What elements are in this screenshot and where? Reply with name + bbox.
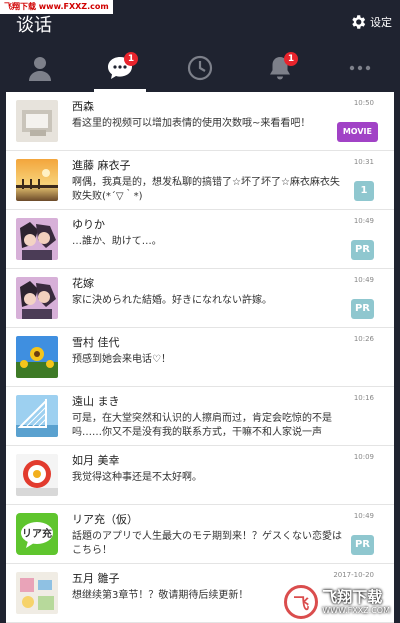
message-time: 10:50 xyxy=(353,99,374,107)
message-time: 10:26 xyxy=(353,335,374,343)
avatar xyxy=(16,572,58,614)
tab-chats[interactable]: 1 xyxy=(80,44,160,92)
watermark-logo: 飞 xyxy=(284,585,319,619)
watermark-top: 飞翔下载 www.FXXZ.com xyxy=(0,0,113,14)
message-time: 10:31 xyxy=(353,158,374,166)
pr-tag[interactable]: PR xyxy=(350,240,374,260)
contact-name: 遠山 まき xyxy=(72,395,120,408)
person-icon xyxy=(29,57,51,81)
pr-tag[interactable]: PR xyxy=(350,535,374,555)
message-preview: …誰か、助けて…。 xyxy=(72,236,162,247)
movie-tag[interactable]: MOVIE xyxy=(336,122,378,142)
settings-button[interactable]: 设定 xyxy=(349,13,392,31)
message-time: 10:49 xyxy=(353,217,374,225)
message-preview: 家に決められた結婚。好きになれない許嫁。 xyxy=(72,295,272,306)
message-preview: 可是，在大堂突然和认识的人擦肩而过，肯定会吃惊的不是吗……你又不是没有我的联系方… xyxy=(72,413,332,438)
message-preview: 啊偶，我真是的，想发私聊的搞错了☆坏了坏了☆麻衣麻衣失败失败(*´▽｀*) xyxy=(72,177,340,202)
avatar xyxy=(16,159,58,201)
avatar xyxy=(16,218,58,260)
tab-notifications[interactable]: 1 xyxy=(240,44,320,92)
tab-friends[interactable] xyxy=(0,44,80,92)
message-preview: 我觉得这种事还是不太好啊。 xyxy=(72,472,202,483)
contact-name: リア充（仮） xyxy=(72,513,138,526)
chat-row[interactable]: 如月 美幸 10:09 我觉得这种事还是不太好啊。 xyxy=(6,446,394,505)
avatar xyxy=(16,336,58,378)
avatar xyxy=(16,100,58,142)
pr-tag[interactable]: PR xyxy=(350,299,374,319)
message-time: 10:49 xyxy=(353,276,374,284)
page-title: 谈话 xyxy=(16,15,52,36)
avatar xyxy=(16,395,58,437)
contact-name: 花嫁 xyxy=(72,277,94,290)
message-time: 10:49 xyxy=(353,512,374,520)
contact-name: 西森 xyxy=(72,100,94,113)
clock-icon xyxy=(187,55,213,81)
contact-name: 進藤 麻衣子 xyxy=(72,159,131,172)
tab-bar: 1 1 xyxy=(0,44,400,92)
chat-row[interactable]: 花嫁 10:49 家に決められた結婚。好きになれない許嫁。 PR xyxy=(6,269,394,328)
message-time: 10:16 xyxy=(353,394,374,402)
message-time: 2017-10-20 xyxy=(333,571,374,579)
watermark-title: 飞翔下载 xyxy=(322,587,383,606)
svg-text:リア充: リア充 xyxy=(22,527,52,540)
chat-row[interactable]: 進藤 麻衣子 10:31 啊偶，我真是的，想发私聊的搞错了☆坏了坏了☆麻衣麻衣失… xyxy=(6,151,394,210)
chat-row[interactable]: 雪村 佳代 10:26 预感到她会来电话♡！ xyxy=(6,328,394,387)
notifications-badge: 1 xyxy=(284,52,298,66)
avatar xyxy=(16,277,58,319)
chats-unread-badge: 1 xyxy=(124,52,138,66)
chat-row[interactable]: 西森 10:50 看这里的视频可以增加表情的使用次数哦~来看看吧！ MOVIE xyxy=(6,92,394,151)
watermark-bottom: 飞 飞翔下载 WWW.FXXZ.COM xyxy=(284,585,390,619)
chat-list: 西森 10:50 看这里的视频可以增加表情的使用次数哦~来看看吧！ MOVIE … xyxy=(6,92,394,623)
unread-count-badge: 1 xyxy=(354,181,374,201)
message-preview: 話題のアプリで人生最大のモテ期到来！？ゲスくない恋愛はこちら！ xyxy=(72,531,342,556)
message-preview: 预感到她会来电话♡！ xyxy=(72,354,171,365)
avatar: リア充 xyxy=(16,513,58,555)
gear-icon xyxy=(352,15,366,29)
contact-name: 如月 美幸 xyxy=(72,454,120,467)
tab-history[interactable] xyxy=(160,44,240,92)
message-preview: 看这里的视频可以增加表情的使用次数哦~来看看吧！ xyxy=(72,118,311,129)
message-time: 10:09 xyxy=(353,453,374,461)
chat-row[interactable]: ゆりか 10:49 …誰か、助けて…。 PR xyxy=(6,210,394,269)
avatar xyxy=(16,454,58,496)
contact-name: 五月 雛子 xyxy=(72,572,120,585)
more-dots-icon xyxy=(349,65,371,71)
tab-more[interactable] xyxy=(320,44,400,92)
contact-name: ゆりか xyxy=(72,218,105,231)
settings-label: 设定 xyxy=(370,16,392,29)
chat-row[interactable]: 遠山 まき 10:16 可是，在大堂突然和认识的人擦肩而过，肯定会吃惊的不是吗…… xyxy=(6,387,394,446)
contact-name: 雪村 佳代 xyxy=(72,336,120,349)
watermark-url: WWW.FXXZ.COM xyxy=(322,605,390,615)
chat-row[interactable]: リア充 リア充（仮） 10:49 話題のアプリで人生最大のモテ期到来！？ゲスくな… xyxy=(6,505,394,564)
